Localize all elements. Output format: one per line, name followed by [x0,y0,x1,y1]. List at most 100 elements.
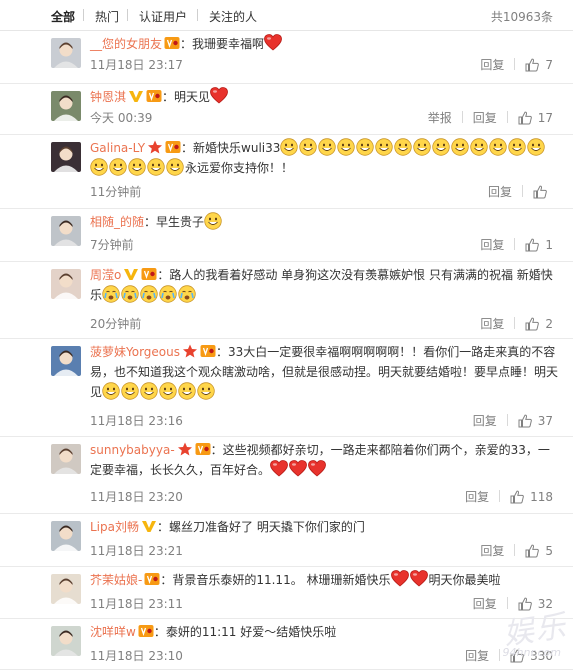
crying-emoji-icon [159,285,177,303]
avatar[interactable] [51,626,81,656]
action-divider [499,649,501,661]
action-divider [506,597,508,609]
action-divider [499,490,501,502]
like-button[interactable]: 7 [525,58,553,72]
comment-username[interactable]: 钟恩淇 [90,90,126,104]
comment-actions: 回复 5 [480,542,553,559]
avatar[interactable] [51,142,81,172]
comment-item: Lipa刘畅 ：螺丝刀准备好了 明天撬下你们家的门 11月18日 23:21 回复 5 [0,513,573,567]
comment-username[interactable]: Galina-LY [90,141,145,155]
comment-username[interactable]: Lipa刘畅 [90,520,139,534]
comment-username[interactable]: 相随_的随 [90,215,144,229]
avatar[interactable] [51,346,81,376]
comment-text: ：螺丝刀准备好了 明天撬下你们家的门 [157,520,365,534]
smile-emoji-icon [109,158,127,176]
comment-content: 钟恩淇 ：明天见 [90,87,558,107]
smile-emoji-icon [147,158,165,176]
star-icon [183,344,198,358]
vip-icon [144,573,160,585]
comment-username[interactable]: 沈咩咩w [90,625,136,639]
tab-divider [197,9,198,21]
avatar[interactable] [51,574,81,604]
comment-timestamp: 11月18日 23:10 [90,649,183,663]
comment-text: ：泰妍的11:11 好爱～结婚快乐啦 [153,625,337,639]
like-count: 7 [545,58,553,72]
avatar[interactable] [51,269,81,299]
like-button[interactable] [533,185,553,199]
smile-emoji-icon [375,138,394,156]
like-button[interactable]: 1 [525,238,553,252]
avatar[interactable] [51,91,81,121]
like-count: 5 [545,544,553,558]
smile-emoji-icon [197,382,215,400]
smile-emoji-icon [280,138,299,156]
comment-username[interactable]: __您的女朋友 [90,37,162,51]
comment-text: ：新婚快乐wuli33 [181,141,281,155]
avatar[interactable] [51,444,81,474]
comment-item: 沈咩咩w ：泰妍的11:11 好爱～结婚快乐啦 11月18日 23:10 回复 330 [0,618,573,670]
comment-total-count: 共10963条 [490,10,553,24]
tab-all[interactable]: 全部 [51,8,75,25]
reply-button[interactable]: 回复 [473,109,497,126]
reply-button[interactable]: 回复 [480,542,504,559]
comment-actions: 回复 2 [480,315,553,332]
avatar[interactable] [51,216,81,246]
verified-v-icon [142,521,156,532]
thumbs-up-icon [525,58,540,72]
like-button[interactable]: 2 [525,317,553,331]
smile-emoji-icon [356,138,375,156]
comment-actions: 回复 1 [480,236,553,253]
avatar[interactable] [51,521,81,551]
comment-item: 周滢o ：路人的我看着好感动 单身狗这次没有羡慕嫉妒恨 只有满满的祝福 新婚快乐 2… [0,261,573,339]
thumbs-up-icon [510,490,524,504]
smile-emoji-icon [508,138,527,156]
tab-following[interactable]: 关注的人 [209,8,257,25]
thumbs-up-icon [525,238,540,252]
reply-button[interactable]: 回复 [465,647,489,664]
smile-emoji-icon [90,158,108,176]
report-button[interactable]: 举报 [428,109,452,126]
comment-actions: 回复 7 [480,56,553,73]
reply-button[interactable]: 回复 [473,412,497,429]
smile-emoji-icon [489,138,508,156]
tab-divider [127,9,128,21]
comment-timestamp: 今天 00:39 [90,111,153,125]
comment-item: Galina-LY ：新婚快乐wuli33 永远爱你支持你！！ 11分钟前 回复 [0,134,573,209]
comment-username[interactable]: 菠萝妹Yorgeous [90,345,180,359]
reply-button[interactable]: 回复 [480,236,504,253]
comment-username[interactable]: 芥茉姑娘- [90,573,142,587]
action-divider [506,111,508,123]
comment-username[interactable]: 周滢o [90,268,121,282]
smile-emoji-icon [178,382,196,400]
verified-v-icon [129,91,144,102]
like-button[interactable]: 118 [510,490,553,504]
reply-button[interactable]: 回复 [465,488,489,505]
reply-button[interactable]: 回复 [473,595,497,612]
star-icon [148,140,163,154]
like-button[interactable]: 17 [518,111,553,125]
like-count: 17 [537,111,553,125]
reply-button[interactable]: 回复 [488,183,512,200]
comment-username[interactable]: sunnybabyya- [90,443,175,457]
reply-button[interactable]: 回复 [480,315,504,332]
site-watermark-url: 94hnr.com [502,646,561,659]
comment-content: 相随_的随：早生贵子 [90,212,558,232]
thumbs-up-icon [518,111,532,125]
like-button[interactable]: 37 [518,414,553,428]
reply-button[interactable]: 回复 [480,56,504,73]
comment-text: ：我珊要幸福啊 [180,37,265,51]
comment-actions: 回复 118 [465,488,553,505]
smile-emoji-icon [413,138,432,156]
like-button[interactable]: 5 [525,544,553,558]
tab-hot[interactable]: 热门 [95,8,119,25]
like-count: 1 [545,238,553,252]
vip-icon [141,268,157,280]
comment-timestamp: 11月18日 23:17 [90,58,183,72]
crying-emoji-icon [140,285,158,303]
tab-verified[interactable]: 认证用户 [139,8,187,25]
avatar[interactable] [51,38,81,68]
thumbs-up-icon [525,544,540,558]
heart-emoji-icon [308,460,326,477]
comment-timestamp: 7分钟前 [90,238,134,252]
comment-content: 菠萝妹Yorgeous ：33大白一定要很幸福啊啊啊啊啊！！看你们一路走来真的不容… [90,342,558,402]
